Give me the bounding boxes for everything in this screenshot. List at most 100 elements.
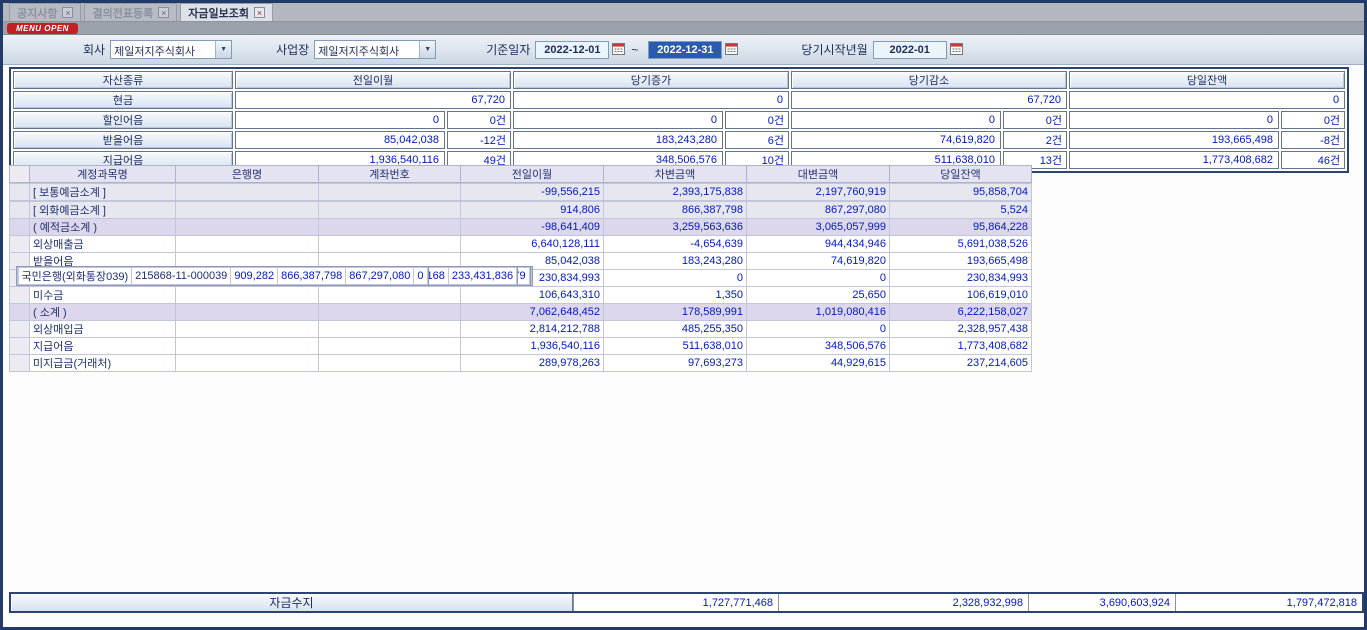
tab-label: 자금일보조회 [188,5,249,21]
cell-amount: 7,062,648,452 [461,304,604,321]
tab-0[interactable]: 공지사항× [9,3,81,21]
cell-account-number [319,184,461,201]
cell-amount: 866,387,798 [278,267,346,284]
summary-amount-cell: 0 [1069,91,1345,109]
menu-strip: MENU OPEN [3,22,1364,35]
summary-header-row: 자산종류전일이월당기증가당기감소당일잔액 [13,71,1345,89]
row-selector[interactable] [10,219,30,236]
cell-amount: 95,858,704 [890,184,1032,201]
period-start-label: 당기시작년월 [801,41,867,58]
chevron-down-icon[interactable]: ▼ [419,41,435,58]
summary-row: 받을어음85,042,038-12건183,243,2806건74,619,82… [13,131,1345,149]
company-select[interactable]: 제일저지주식회사 ▼ [110,40,232,59]
cell-amount: 6,222,158,027 [890,304,1032,321]
summary-count-cell: 0건 [725,111,789,129]
chevron-down-icon[interactable]: ▼ [215,41,231,58]
detail-header: 차변금액 [604,166,747,183]
cell-bank-name [176,321,319,338]
cell-amount: 2,393,175,838 [604,184,747,201]
row-selector[interactable] [10,304,30,321]
row-selector[interactable] [10,236,30,253]
row-selector[interactable] [10,184,30,201]
tab-1[interactable]: 결의전표등록× [84,3,177,21]
cell-amount: 25,650 [747,287,890,304]
row-selector[interactable] [10,202,30,219]
row-selector[interactable] [10,338,30,355]
funds-balance-value: 1,727,771,468 [573,594,778,611]
cell-amount: 0 [414,267,427,284]
cell-amount: 0 [604,270,747,287]
cell-row-label: ( 소계 ) [30,304,176,321]
period-start-input[interactable]: 2022-01 [873,41,947,59]
cell-bank-name [176,304,319,321]
detail-row: 외상매입금2,814,212,788485,255,35002,328,957,… [10,321,1032,338]
cell-amount: 867,297,080 [346,267,414,284]
cell-amount: 183,243,280 [604,253,747,270]
summary-header: 당기감소 [791,71,1067,89]
summary-amount-cell: 0 [513,111,723,129]
cell-amount: 6,640,128,111 [461,236,604,253]
menu-open-button[interactable]: MENU OPEN [7,23,78,34]
content-area: 자산종류전일이월당기증가당기감소당일잔액현금67,720067,7200할인어음… [3,65,1364,627]
cell-amount: 511,638,010 [604,338,747,355]
close-icon[interactable]: × [62,7,73,18]
calendar-icon[interactable] [611,42,626,58]
cell-amount: 230,834,993 [890,270,1032,287]
cell-account-number [319,236,461,253]
cell-account-number [319,287,461,304]
cell-amount: 289,978,263 [461,355,604,372]
detail-header: 은행명 [176,166,319,183]
date-to-input[interactable]: 2022-12-31 [648,41,722,59]
funds-balance-value: 1,797,472,818 [1175,594,1362,611]
calendar-icon[interactable] [949,42,964,58]
close-icon[interactable]: × [254,7,265,18]
summary-amount-cell: 1,773,408,682 [1069,151,1279,169]
funds-balance-value: 3,690,603,924 [1028,594,1175,611]
row-selector[interactable] [10,355,30,372]
date-from-input[interactable]: 2022-12-01 [535,41,609,59]
cell-amount: 1,019,080,416 [747,304,890,321]
cell-amount: 237,214,605 [890,355,1032,372]
cell-amount: 106,643,310 [461,287,604,304]
cell-bank-name [176,219,319,236]
cell-bank-name [176,184,319,201]
cell-row-label: 미수금 [30,287,176,304]
detail-table: 계정과목명은행명계좌번호전일이월차변금액대변금액당일잔액보통예금우리은행(보통예… [9,165,1032,372]
cell-amount: 2,814,212,788 [461,321,604,338]
summary-amount-cell: 74,619,820 [791,131,1001,149]
summary-count-cell: 0건 [1003,111,1067,129]
cell-account-number [319,304,461,321]
funds-balance-value: 2,328,932,998 [778,594,1028,611]
detail-header-row: 계정과목명은행명계좌번호전일이월차변금액대변금액당일잔액 [10,166,1032,183]
cell-account-number [319,219,461,236]
cell-row-label: 외상매출금 [30,236,176,253]
cell-account-number [319,321,461,338]
site-value: 제일저지주식회사 [315,41,419,58]
cell-amount: 106,619,010 [890,287,1032,304]
cell-row-label: [ 보통예금소계 ] [30,184,176,201]
calendar-icon[interactable] [724,42,739,58]
cell-amount: 1,773,408,682 [890,338,1032,355]
tab-2[interactable]: 자금일보조회 × [180,3,273,21]
funds-balance-label: 자금수지 [11,594,573,611]
cell-row-label: ( 예적금소계 ) [30,219,176,236]
summary-amount-cell: 0 [235,111,445,129]
cell-bank-name [176,287,319,304]
row-selector[interactable] [10,321,30,338]
summary-table: 자산종류전일이월당기증가당기감소당일잔액현금67,720067,7200할인어음… [9,67,1349,173]
app-window: 공지사항×결의전표등록× 자금일보조회 × MENU OPEN 회사 제일저지주식회… [0,0,1367,630]
summary-count-cell: 0건 [447,111,511,129]
summary-amount-cell: 183,243,280 [513,131,723,149]
filter-bar: 회사 제일저지주식회사 ▼ 사업장 제일저지주식회사 ▼ 기준일자 2022-1… [3,35,1364,65]
cell-amount: 485,255,350 [604,321,747,338]
detail-header: 당일잔액 [890,166,1032,183]
row-selector[interactable] [10,287,30,304]
summary-count-cell: -12건 [447,131,511,149]
summary-amount-cell: 0 [791,111,1001,129]
site-select[interactable]: 제일저지주식회사 ▼ [314,40,436,59]
summary-header: 당기증가 [513,71,789,89]
company-value: 제일저지주식회사 [111,41,215,58]
close-icon[interactable]: × [158,7,169,18]
cell-row-label: 외상매입금 [30,321,176,338]
cell-amount: 5,524 [890,202,1032,219]
